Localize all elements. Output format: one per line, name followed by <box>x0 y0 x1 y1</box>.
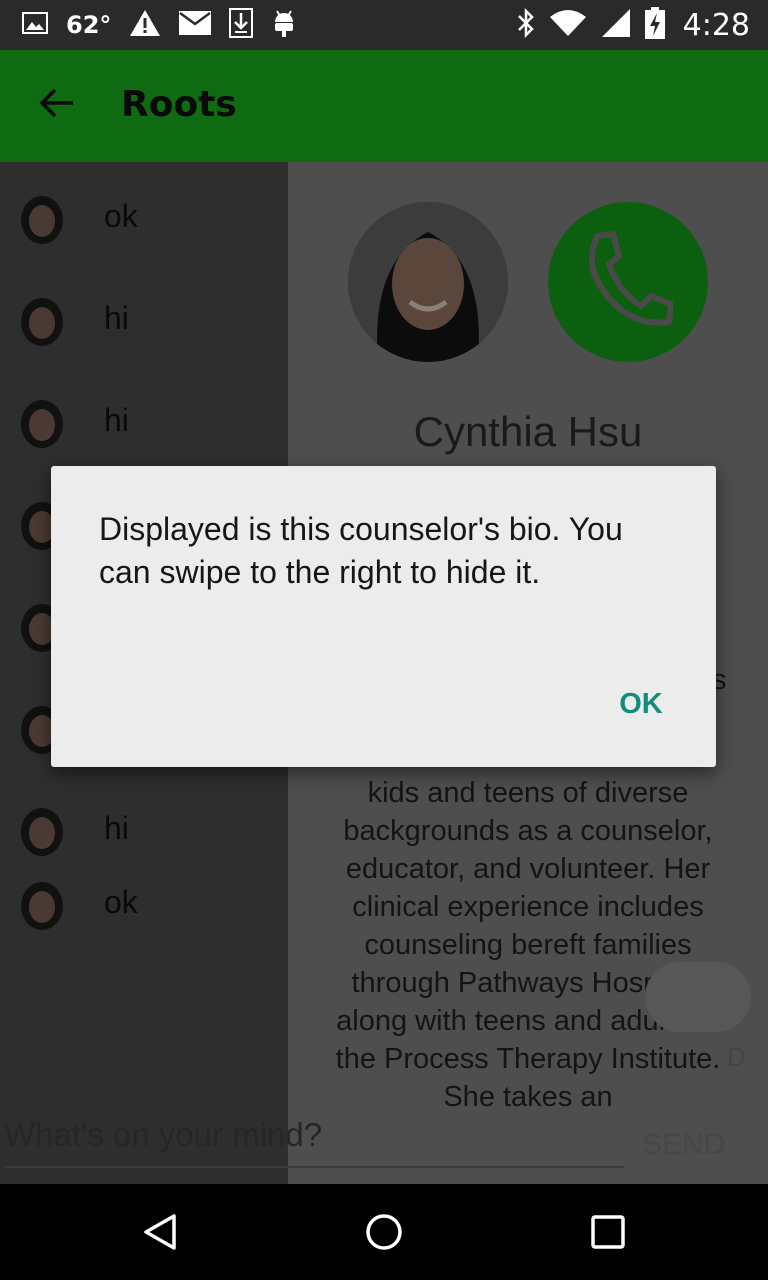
triangle-back-icon <box>140 1212 180 1256</box>
wifi-icon <box>549 9 587 41</box>
alert-icon <box>129 9 161 41</box>
message-input[interactable]: What's on your mind? <box>4 1116 322 1154</box>
send-button[interactable]: SEND <box>642 1128 725 1162</box>
square-recents-icon <box>588 1212 628 1256</box>
back-button[interactable] <box>30 78 84 132</box>
ok-button[interactable]: OK <box>591 676 691 732</box>
gallery-icon <box>22 12 48 38</box>
floating-action-button[interactable] <box>645 962 751 1032</box>
dialog-message: Displayed is this counselor's bio. You c… <box>99 511 623 590</box>
avatar <box>20 882 64 932</box>
avatar <box>20 400 64 450</box>
message-text: ok <box>104 198 138 234</box>
input-underline <box>4 1166 624 1168</box>
message-text: hi <box>104 402 129 438</box>
temperature-text: 62° <box>66 11 112 39</box>
status-bar: 62° 4:28 <box>0 0 768 50</box>
counselor-name: Cynthia Hsu <box>413 408 643 455</box>
nav-recents-button[interactable] <box>578 1204 638 1264</box>
circle-home-icon <box>364 1212 404 1256</box>
info-dialog: Displayed is this counselor's bio. You c… <box>51 466 716 767</box>
list-item[interactable]: ok <box>20 882 280 932</box>
list-item[interactable]: hi <box>20 808 280 858</box>
android-icon <box>271 8 297 42</box>
list-item[interactable]: ok <box>20 196 280 246</box>
call-button[interactable] <box>548 202 708 362</box>
list-item[interactable]: hi <box>20 298 280 348</box>
phone-icon <box>583 230 674 334</box>
arrow-left-icon <box>39 87 75 123</box>
avatar <box>20 808 64 858</box>
list-item[interactable]: hi <box>20 400 280 450</box>
bluetooth-icon <box>517 7 535 42</box>
message-text: hi <box>104 300 129 336</box>
battery-charging-icon <box>644 7 665 43</box>
fab-label: D <box>727 1042 746 1072</box>
page-title: Roots <box>121 84 237 125</box>
clock-time: 4:28 <box>682 7 750 43</box>
download-icon <box>229 8 254 42</box>
app-bar: Roots <box>0 50 768 162</box>
nav-back-button[interactable] <box>130 1204 190 1264</box>
counselor-photo <box>348 202 508 362</box>
navigation-bar <box>0 1184 768 1280</box>
avatar <box>20 298 64 348</box>
mail-icon <box>179 11 212 39</box>
message-text: ok <box>104 884 138 920</box>
message-text: hi <box>104 810 129 846</box>
avatar <box>20 196 64 246</box>
signal-icon <box>601 8 631 42</box>
counselor-bio-text: kids and teens of diverse backgrounds as… <box>335 777 721 1113</box>
nav-home-button[interactable] <box>354 1204 414 1264</box>
